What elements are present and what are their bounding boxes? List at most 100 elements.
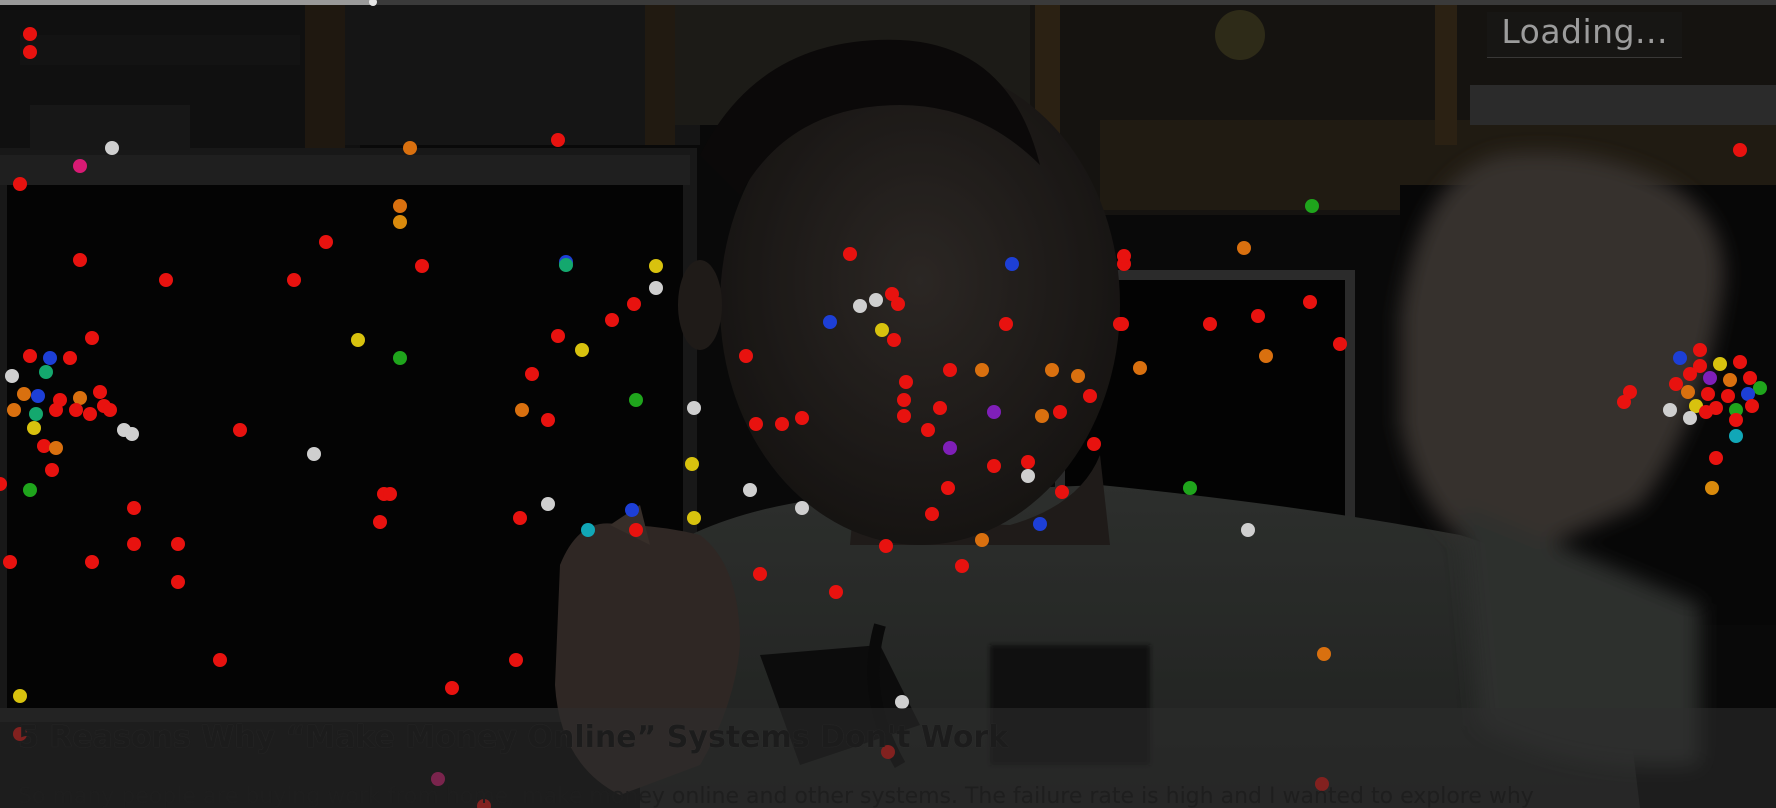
- red-particle-dot: [213, 653, 227, 667]
- red-particle-dot: [509, 653, 523, 667]
- red-particle-dot: [1693, 343, 1707, 357]
- yellow-particle-dot: [649, 259, 663, 273]
- red-particle-dot: [171, 575, 185, 589]
- yellow-particle-dot: [687, 511, 701, 525]
- loading-indicator: Loading...: [1487, 12, 1682, 58]
- white-particle-dot: [853, 299, 867, 313]
- amber-particle-dot: [393, 215, 407, 229]
- red-particle-dot: [127, 501, 141, 515]
- white-particle-dot: [307, 447, 321, 461]
- red-particle-dot: [891, 297, 905, 311]
- orange-particle-dot: [975, 533, 989, 547]
- orange-particle-dot: [1259, 349, 1273, 363]
- orange-particle-dot: [515, 403, 529, 417]
- progress-bar[interactable]: [0, 0, 1776, 6]
- red-particle-dot: [127, 537, 141, 551]
- orange-particle-dot: [1045, 363, 1059, 377]
- red-particle-dot: [605, 313, 619, 327]
- red-particle-dot: [319, 235, 333, 249]
- video-caption: 5 Reasons Why “Make Money Online” System…: [0, 708, 1776, 808]
- blue-particle-dot: [31, 389, 45, 403]
- red-particle-dot: [93, 385, 107, 399]
- white-particle-dot: [795, 501, 809, 515]
- green-particle-dot: [393, 351, 407, 365]
- red-particle-dot: [999, 317, 1013, 331]
- orange-particle-dot: [49, 441, 63, 455]
- red-particle-dot: [1729, 413, 1743, 427]
- blue-particle-dot: [823, 315, 837, 329]
- red-particle-dot: [955, 559, 969, 573]
- green-particle-dot: [1183, 481, 1197, 495]
- red-particle-dot: [85, 555, 99, 569]
- red-particle-dot: [943, 363, 957, 377]
- red-particle-dot: [1117, 249, 1131, 263]
- orange-particle-dot: [73, 391, 87, 405]
- red-particle-dot: [233, 423, 247, 437]
- white-particle-dot: [541, 497, 555, 511]
- red-particle-dot: [1733, 355, 1747, 369]
- video-title[interactable]: 5 Reasons Why “Make Money Online” System…: [18, 720, 1008, 755]
- orange-particle-dot: [1071, 369, 1085, 383]
- red-particle-dot: [775, 417, 789, 431]
- red-particle-dot: [795, 411, 809, 425]
- red-particle-dot: [1745, 399, 1759, 413]
- teal-particle-dot: [29, 407, 43, 421]
- white-particle-dot: [1021, 469, 1035, 483]
- red-particle-dot: [1087, 437, 1101, 451]
- green-particle-dot: [1305, 199, 1319, 213]
- blue-particle-dot: [1673, 351, 1687, 365]
- video-player[interactable]: Loading... 5 Reasons Why “Make Money Onl…: [0, 0, 1776, 808]
- red-particle-dot: [987, 459, 1001, 473]
- red-particle-dot: [753, 567, 767, 581]
- red-particle-dot: [1083, 389, 1097, 403]
- red-particle-dot: [37, 439, 51, 453]
- green-particle-dot: [23, 483, 37, 497]
- red-particle-dot: [1053, 405, 1067, 419]
- red-particle-dot: [1617, 395, 1631, 409]
- green-particle-dot: [629, 393, 643, 407]
- red-particle-dot: [1333, 337, 1347, 351]
- yellow-particle-dot: [685, 457, 699, 471]
- orange-particle-dot: [17, 387, 31, 401]
- red-particle-dot: [739, 349, 753, 363]
- red-particle-dot: [1733, 143, 1747, 157]
- red-particle-dot: [159, 273, 173, 287]
- red-particle-dot: [63, 351, 77, 365]
- orange-particle-dot: [1237, 241, 1251, 255]
- orange-particle-dot: [1681, 385, 1695, 399]
- blue-particle-dot: [1033, 517, 1047, 531]
- white-particle-dot: [895, 695, 909, 709]
- red-particle-dot: [3, 555, 17, 569]
- red-particle-dot: [23, 45, 37, 59]
- blue-particle-dot: [625, 503, 639, 517]
- red-particle-dot: [921, 423, 935, 437]
- red-particle-dot: [897, 393, 911, 407]
- orange-particle-dot: [7, 403, 21, 417]
- red-particle-dot: [13, 177, 27, 191]
- red-particle-dot: [0, 477, 7, 491]
- red-particle-dot: [85, 331, 99, 345]
- particle-overlay: [0, 27, 1767, 808]
- red-particle-dot: [513, 511, 527, 525]
- red-particle-dot: [629, 523, 643, 537]
- yellow-particle-dot: [27, 421, 41, 435]
- red-particle-dot: [1701, 387, 1715, 401]
- red-particle-dot: [551, 329, 565, 343]
- red-particle-dot: [1721, 389, 1735, 403]
- white-particle-dot: [743, 483, 757, 497]
- white-particle-dot: [125, 427, 139, 441]
- red-particle-dot: [1683, 367, 1697, 381]
- red-particle-dot: [843, 247, 857, 261]
- red-particle-dot: [1709, 451, 1723, 465]
- yellow-particle-dot: [1713, 357, 1727, 371]
- red-particle-dot: [1021, 455, 1035, 469]
- yellow-particle-dot: [351, 333, 365, 347]
- red-particle-dot: [627, 297, 641, 311]
- purple-particle-dot: [1703, 371, 1717, 385]
- red-particle-dot: [373, 515, 387, 529]
- red-particle-dot: [933, 401, 947, 415]
- red-particle-dot: [1669, 377, 1683, 391]
- red-particle-dot: [1055, 485, 1069, 499]
- progress-fill: [0, 0, 373, 5]
- red-particle-dot: [445, 681, 459, 695]
